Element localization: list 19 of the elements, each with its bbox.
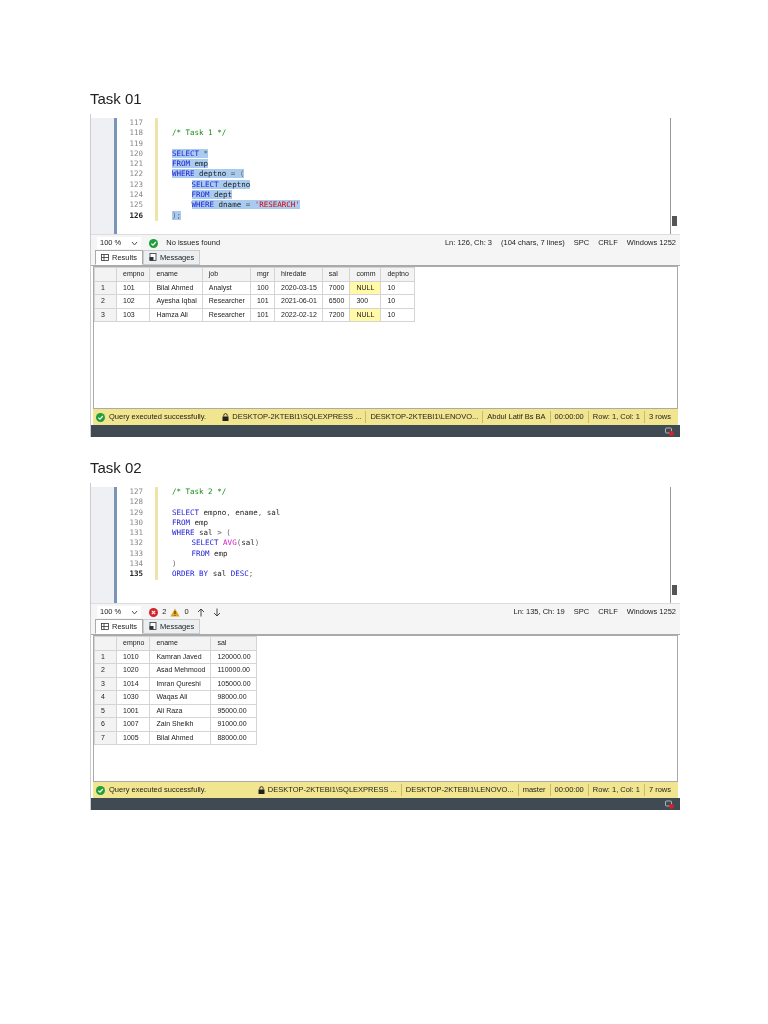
grid-icon	[101, 253, 109, 261]
caret-icon	[131, 609, 139, 615]
document-icon	[149, 253, 157, 262]
down-arrow-icon	[212, 607, 221, 617]
task-heading: Task 02	[90, 459, 143, 477]
lock-icon	[257, 786, 265, 794]
check-circle-icon	[96, 785, 105, 795]
grid-icon	[101, 622, 109, 630]
warning-icon	[170, 607, 181, 617]
task-heading: Task 01	[90, 90, 143, 108]
check-circle-icon	[96, 412, 105, 422]
document-icon	[149, 622, 157, 631]
caret-icon	[131, 240, 139, 246]
notification-icon	[665, 426, 674, 436]
up-arrow-icon	[196, 607, 205, 617]
notification-icon	[665, 799, 674, 809]
error-icon	[149, 607, 159, 617]
check-circle-icon	[149, 238, 159, 248]
lock-icon	[222, 413, 230, 421]
